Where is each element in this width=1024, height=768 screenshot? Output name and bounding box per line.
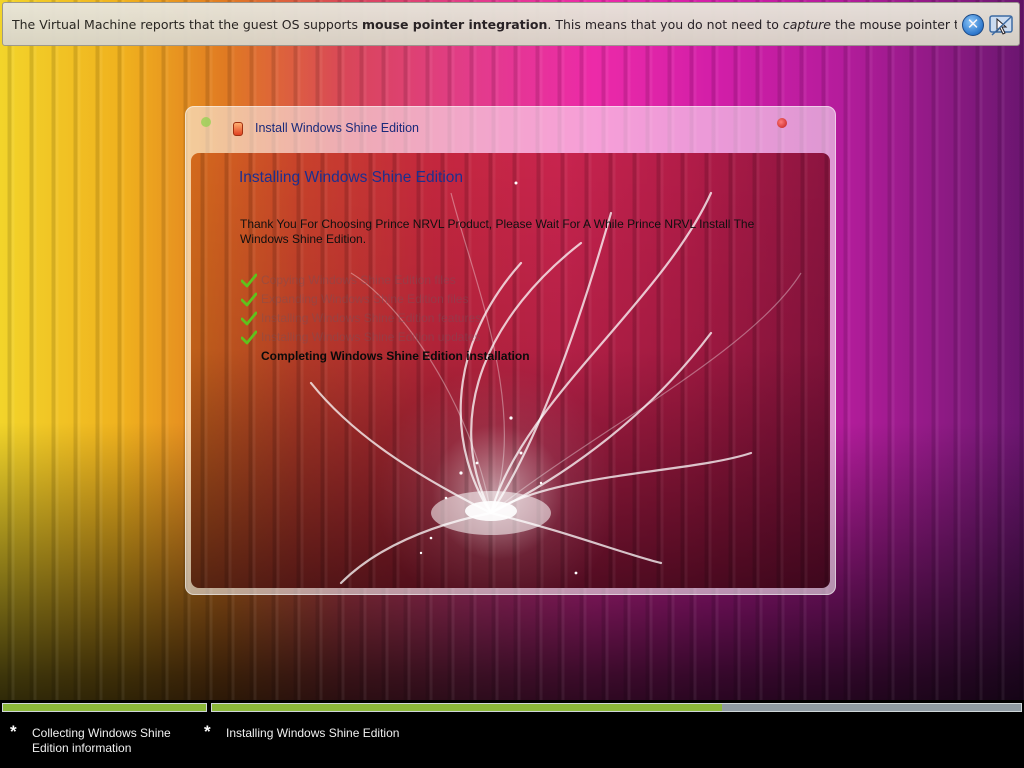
checkmark-icon (241, 330, 257, 345)
vm-screen: The Virtual Machine reports that the gue… (0, 0, 1024, 768)
notification-italic-text: capture (782, 17, 831, 32)
installer-window: Install Windows Shine Edition Installing… (185, 106, 836, 595)
setup-phase-installing: * Installing Windows Shine Edition (204, 722, 464, 741)
phase-label: Collecting Windows Shine Edition informa… (32, 726, 171, 755)
install-step: Installing Windows Shine Edition feature… (239, 309, 659, 328)
phase-2-progress-bar (211, 703, 1022, 712)
install-step-label: Installing Windows Shine Edition feature… (261, 311, 482, 325)
checkmark-icon (241, 273, 257, 288)
notification-bold-text: mouse pointer integration (362, 17, 548, 32)
installer-heading: Installing Windows Shine Edition (239, 169, 464, 186)
bullet-star-icon: * (204, 722, 211, 741)
install-step: Copying Windows Shine Edition files (239, 271, 659, 290)
checkmark-icon (241, 292, 257, 307)
phase-label: Installing Windows Shine Edition (226, 726, 400, 740)
close-icon[interactable]: ✕ (962, 14, 984, 36)
mouse-integration-notification: The Virtual Machine reports that the gue… (2, 2, 1020, 46)
install-step: Expanding Windows Shine Edition files (239, 290, 659, 309)
phase-1-progress-bar (2, 703, 207, 712)
install-step-label: Copying Windows Shine Edition files (261, 273, 456, 287)
minimize-button[interactable] (201, 117, 211, 127)
phase-2-progress-fill (212, 704, 722, 711)
title-bar[interactable]: Install Windows Shine Edition (185, 106, 836, 152)
install-step-list: Copying Windows Shine Edition files Expa… (239, 271, 659, 366)
checkmark-icon (241, 311, 257, 326)
intro-text: Thank You For Choosing Prince NRVL Produ… (240, 217, 755, 246)
window-title: Install Windows Shine Edition (255, 121, 419, 135)
mouse-pointer-integration-icon[interactable] (989, 14, 1015, 38)
install-step-label: Expanding Windows Shine Edition files (261, 292, 469, 306)
notification-text-after: the mouse pointer to be able to use it i… (834, 17, 957, 32)
install-step: Installing Windows Shine Edition updates (239, 328, 659, 347)
notification-text: The Virtual Machine reports that the gue… (12, 17, 957, 32)
notification-text-middle: . This means that you do not need to (547, 17, 783, 32)
window-close-button[interactable] (777, 118, 787, 128)
setup-phase-collecting: * Collecting Windows Shine Edition infor… (10, 722, 190, 756)
install-step-current: Completing Windows Shine Edition install… (239, 347, 659, 366)
notification-text-before: The Virtual Machine reports that the gue… (12, 17, 363, 32)
content-panel: Installing Windows Shine Edition Thank Y… (191, 153, 830, 588)
install-step-label: Completing Windows Shine Edition install… (261, 349, 530, 363)
install-step-label: Installing Windows Shine Edition updates (261, 330, 481, 344)
setup-progress-area: * Collecting Windows Shine Edition infor… (0, 700, 1024, 768)
installer-app-icon (233, 122, 243, 136)
bullet-star-icon: * (10, 722, 17, 741)
